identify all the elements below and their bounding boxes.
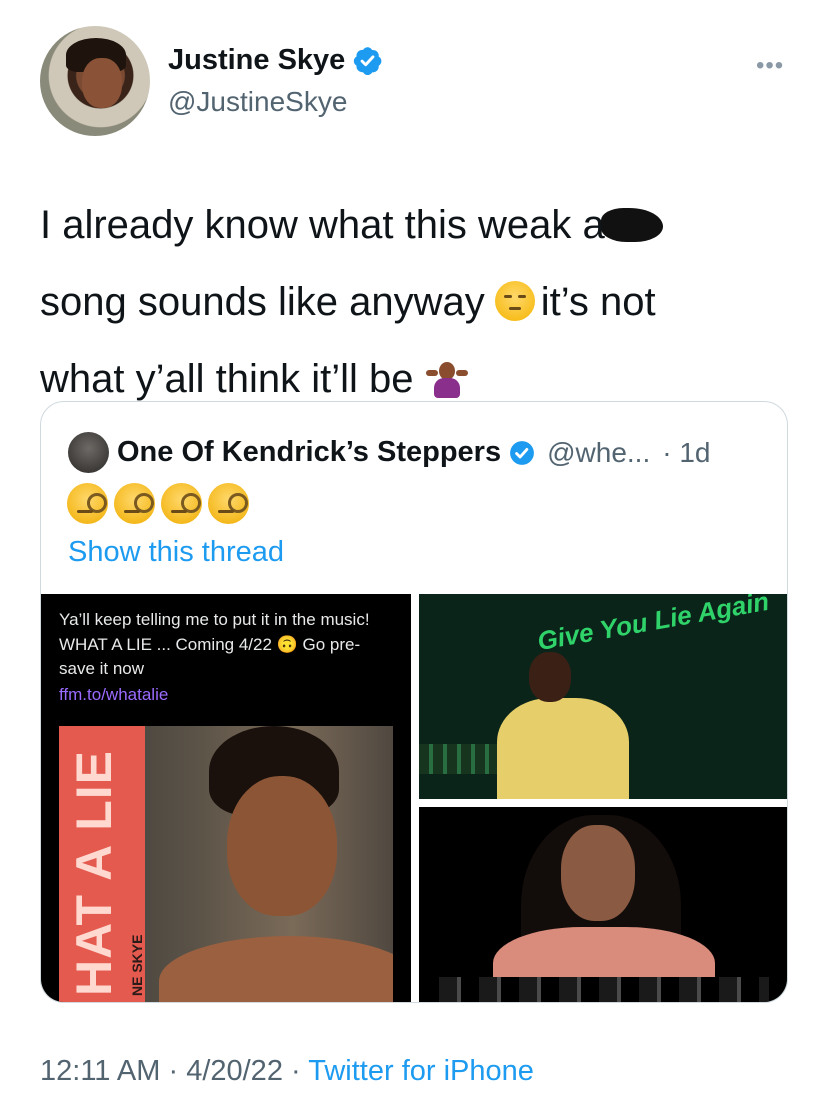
- tweet-time[interactable]: 12:11 AM: [40, 1055, 160, 1087]
- media-2-head: [529, 652, 571, 702]
- quoted-tweet-emojis: [67, 483, 249, 524]
- verified-badge-icon: [354, 47, 382, 75]
- media-image-3[interactable]: [419, 807, 787, 1002]
- footer-separator: ·: [168, 1055, 179, 1087]
- shrug-body: [433, 378, 460, 398]
- tweet-line-2b-text: it’s not: [540, 280, 656, 324]
- tweet-footer: 12:11 AM · 4/20/22 · Twitter for iPhone: [40, 1055, 534, 1088]
- media-1-link: ffm.to/whatalie: [59, 685, 169, 704]
- show-thread-link[interactable]: Show this thread: [68, 536, 284, 569]
- quoted-author-handle: @whe...: [547, 436, 651, 468]
- media-image-1[interactable]: Ya’ll keep telling me to put it in the m…: [41, 594, 411, 1002]
- tweet-source-link[interactable]: Twitter for iPhone: [308, 1055, 534, 1087]
- media-2-neon-text: Give You Lie Again: [535, 594, 772, 657]
- media-3-bottles: [439, 977, 769, 1002]
- shrug-arm-left: [425, 370, 438, 376]
- face-with-monocle-icon: [67, 483, 108, 524]
- tweet-line-1: I already know what this weak a: [40, 186, 800, 263]
- cover-face: [227, 776, 337, 916]
- tweet-line-1-text: I already know what this weak a: [40, 203, 605, 247]
- author-handle[interactable]: @JustineSkye: [168, 86, 347, 118]
- cover-shoulders: [159, 936, 393, 1002]
- unamused-face-emoji-icon: [494, 281, 535, 321]
- author-avatar[interactable]: [40, 26, 150, 136]
- quoted-tweet-card[interactable]: One Of Kendrick’s Steppers @whe... · 1d …: [40, 401, 788, 1003]
- media-image-2[interactable]: Give You Lie Again: [419, 594, 787, 799]
- media-3-face: [561, 825, 635, 921]
- quoted-author-avatar: [68, 432, 109, 473]
- cover-title: HAT A LIE: [66, 749, 122, 996]
- tweet-text: I already know what this weak a song sou…: [40, 186, 800, 417]
- tweet-line-2-text: song sounds like anyway: [40, 280, 485, 324]
- face-with-monocle-icon: [208, 483, 249, 524]
- face-with-monocle-icon: [161, 483, 202, 524]
- person-shrugging-emoji-icon: [424, 358, 470, 398]
- album-cover-photo: HAT A LIE NE SKYE: [59, 726, 393, 1002]
- quoted-media-grid[interactable]: Ya’ll keep telling me to put it in the m…: [41, 594, 787, 1002]
- avatar-face: [82, 58, 122, 108]
- verified-badge-icon: [510, 440, 535, 465]
- quoted-tweet-header: One Of Kendrick’s Steppers @whe... · 1d: [68, 432, 711, 473]
- cover-artist: NE SKYE: [129, 934, 145, 996]
- media-1-caption: Ya’ll keep telling me to put it in the m…: [59, 610, 370, 679]
- tweet-date[interactable]: 4/20/22: [186, 1055, 283, 1087]
- quoted-author-name: One Of Kendrick’s Steppers: [117, 436, 502, 468]
- footer-separator: ·: [291, 1055, 301, 1087]
- face-with-monocle-icon: [114, 483, 155, 524]
- quoted-tweet-time: · 1d: [662, 436, 711, 468]
- tweet-line-2: song sounds like anyway it’s not: [40, 263, 800, 340]
- author-name[interactable]: Justine Skye: [168, 44, 345, 77]
- censor-scribble: [600, 208, 663, 242]
- media-2-shirt: [497, 698, 629, 799]
- author-name-row[interactable]: Justine Skye: [168, 44, 382, 77]
- shrug-arm-right: [455, 370, 468, 376]
- more-options-icon[interactable]: •••: [756, 52, 784, 80]
- tweet-line-3-text: what y’all think it’ll be: [40, 357, 414, 401]
